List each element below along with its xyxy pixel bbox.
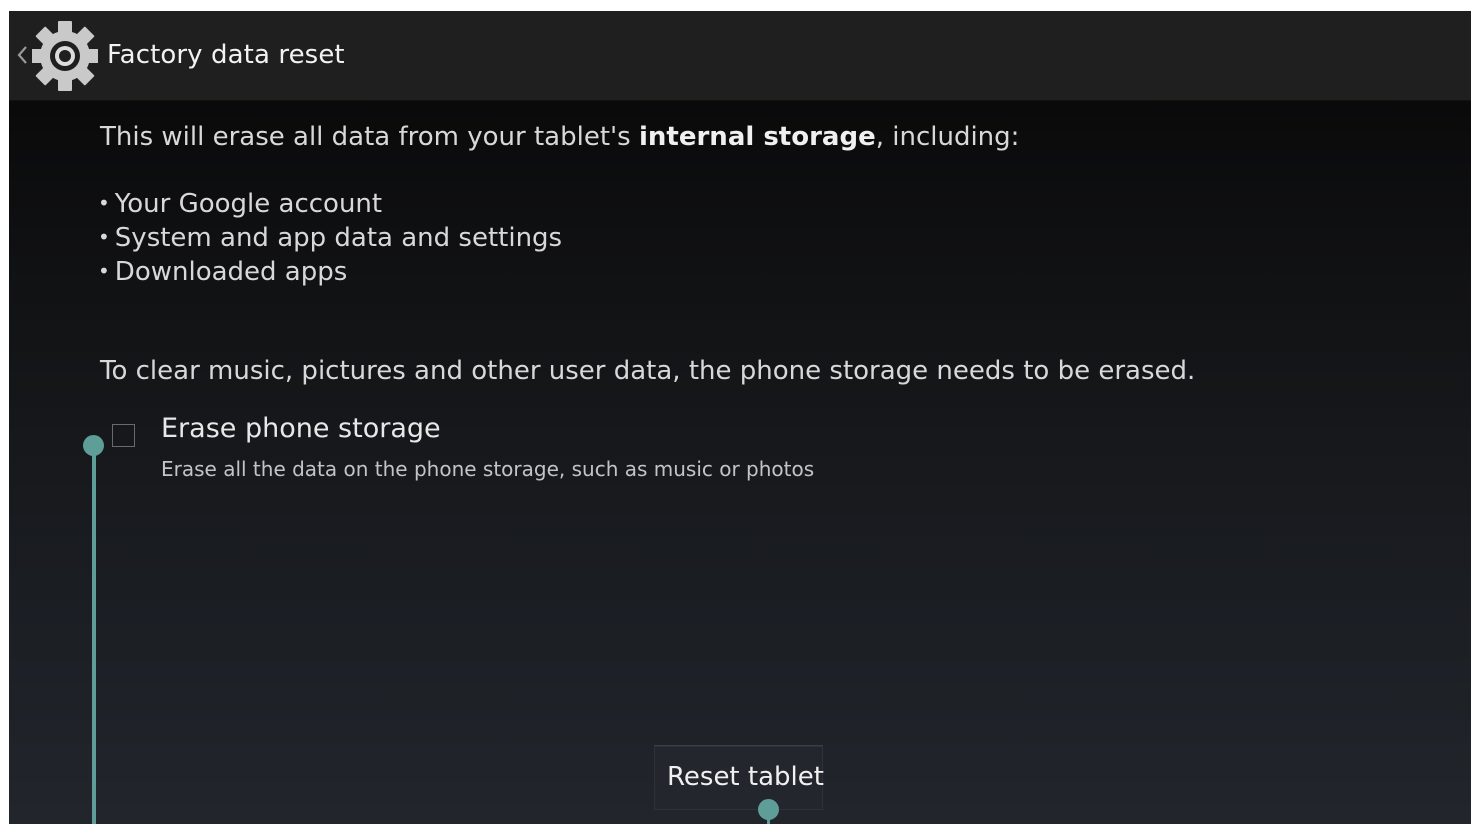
scroll-handle[interactable] (83, 435, 104, 456)
clear-note-text: To clear music, pictures and other user … (100, 356, 1196, 386)
intro-text: This will erase all data from your table… (100, 122, 1019, 152)
reset-tablet-label: Reset tablet (667, 762, 824, 792)
list-item-label: System and app data and settings (114, 223, 563, 253)
list-item: • Downloaded apps (98, 257, 348, 287)
settings-gear-icon[interactable] (32, 21, 98, 91)
page-title: Factory data reset (107, 40, 345, 70)
list-item: • System and app data and settings (98, 223, 563, 253)
scroll-track[interactable] (92, 445, 96, 824)
list-item: • Your Google account (98, 189, 383, 219)
intro-suffix: , including: (875, 122, 1020, 152)
erase-option-title: Erase phone storage (161, 413, 441, 444)
action-bar: Factory data reset (9, 11, 1471, 100)
list-item-label: Downloaded apps (114, 257, 348, 287)
list-item-label: Your Google account (114, 189, 383, 219)
erase-items-list: • Your Google account • System and app dat… (98, 187, 562, 289)
erase-storage-checkbox[interactable] (112, 424, 135, 447)
intro-prefix: This will erase all data from your table… (100, 122, 639, 152)
erase-option-summary: Erase all the data on the phone storage,… (161, 457, 815, 481)
intro-bold: internal storage (639, 122, 876, 152)
text-cursor-handle[interactable] (758, 799, 779, 820)
settings-screen: Factory data reset This will erase all d… (9, 11, 1471, 824)
chevron-left-icon[interactable] (15, 44, 29, 66)
